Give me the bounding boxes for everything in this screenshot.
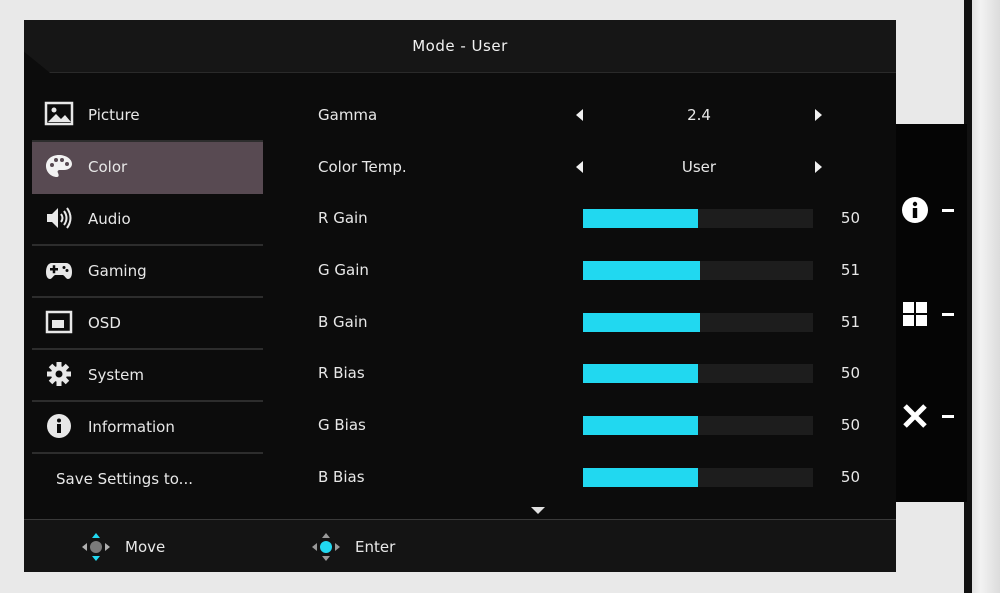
slider-fill bbox=[583, 416, 698, 436]
category-sidebar: Picture Color Audio Gaming OSD System In… bbox=[32, 90, 263, 504]
gamepad-icon bbox=[46, 263, 72, 279]
setting-value: User bbox=[681, 157, 717, 176]
info-icon bbox=[47, 414, 71, 438]
sidebar-item-osd[interactable]: OSD bbox=[32, 298, 263, 350]
sidebar-item-label: Information bbox=[88, 418, 175, 436]
setting-label: G Bias bbox=[318, 416, 366, 435]
speaker-icon bbox=[47, 207, 72, 229]
hotkey-dash bbox=[942, 209, 954, 212]
slider-fill bbox=[583, 261, 701, 281]
wall-background bbox=[968, 0, 1000, 593]
info-icon bbox=[902, 197, 928, 223]
slider-fill bbox=[583, 312, 701, 332]
slider-value: 50 bbox=[840, 416, 860, 435]
setting-r-bias[interactable]: R Bias 50 bbox=[304, 348, 864, 400]
sidebar-item-picture[interactable]: Picture bbox=[32, 90, 263, 142]
close-icon bbox=[903, 404, 927, 428]
hint-move-label: Move bbox=[125, 538, 166, 556]
setting-b-gain[interactable]: B Gain 51 bbox=[304, 297, 864, 349]
setting-label: G Gain bbox=[318, 261, 369, 280]
sidebar-item-color[interactable]: Color bbox=[32, 142, 263, 194]
gear-icon bbox=[47, 362, 71, 386]
slider-track[interactable] bbox=[583, 209, 813, 229]
setting-g-gain[interactable]: G Gain 51 bbox=[304, 245, 864, 297]
setting-color-temp[interactable]: Color Temp. User bbox=[304, 142, 864, 194]
sidebar-item-gaming[interactable]: Gaming bbox=[32, 246, 263, 298]
osd-title: Mode - User bbox=[412, 37, 508, 55]
grid-icon bbox=[903, 302, 927, 326]
slider-fill bbox=[583, 467, 698, 487]
sidebar-item-information[interactable]: Information bbox=[32, 402, 263, 454]
hotkey-panel bbox=[895, 124, 967, 502]
hint-enter-label: Enter bbox=[355, 538, 396, 556]
slider-value: 51 bbox=[840, 261, 860, 280]
dpad-move-icon bbox=[82, 533, 110, 561]
setting-value: 2.4 bbox=[687, 106, 711, 124]
hotkey-dash bbox=[942, 415, 954, 418]
hotkey-close[interactable] bbox=[895, 396, 967, 436]
slider-track[interactable] bbox=[583, 416, 813, 436]
setting-label: Color Temp. bbox=[318, 157, 407, 176]
osd-menu: Mode - User Picture Color Audio Gaming O… bbox=[24, 20, 896, 572]
slider-track[interactable] bbox=[583, 364, 813, 384]
slider-track[interactable] bbox=[583, 312, 813, 332]
setting-r-gain[interactable]: R Gain 50 bbox=[304, 193, 864, 245]
sidebar-item-label: Save Settings to... bbox=[56, 470, 193, 488]
scroll-down-icon[interactable] bbox=[531, 507, 545, 514]
slider-value: 50 bbox=[840, 364, 860, 383]
arrow-right-icon[interactable] bbox=[815, 109, 822, 121]
slider-value: 50 bbox=[840, 209, 860, 228]
sidebar-item-label: Picture bbox=[88, 106, 140, 124]
slider-fill bbox=[583, 209, 698, 229]
hotkey-info[interactable] bbox=[895, 190, 967, 230]
sidebar-item-label: OSD bbox=[88, 314, 121, 332]
setting-g-bias[interactable]: G Bias 50 bbox=[304, 400, 864, 452]
slider-track[interactable] bbox=[583, 467, 813, 487]
hotkey-dash bbox=[942, 313, 954, 316]
hotkey-grid[interactable] bbox=[895, 294, 967, 334]
arrow-right-icon[interactable] bbox=[815, 160, 822, 173]
sidebar-item-label: Gaming bbox=[88, 262, 147, 280]
arrow-left-icon[interactable] bbox=[576, 160, 583, 173]
sidebar-item-label: System bbox=[88, 366, 144, 384]
osd-window-icon bbox=[45, 310, 73, 334]
slider-track[interactable] bbox=[583, 261, 813, 281]
sidebar-item-save-settings[interactable]: Save Settings to... bbox=[32, 454, 263, 504]
slider-value: 50 bbox=[840, 467, 860, 486]
setting-label: R Bias bbox=[318, 364, 365, 383]
setting-b-bias[interactable]: B Bias 50 bbox=[304, 452, 864, 504]
palette-icon bbox=[46, 155, 72, 177]
sidebar-item-label: Color bbox=[88, 158, 128, 176]
sidebar-item-label: Audio bbox=[88, 210, 131, 228]
setting-label: B Bias bbox=[318, 467, 365, 486]
setting-gamma[interactable]: Gamma 2.4 bbox=[304, 90, 864, 142]
picture-icon bbox=[44, 101, 74, 126]
slider-fill bbox=[583, 364, 698, 384]
sidebar-item-audio[interactable]: Audio bbox=[32, 194, 263, 246]
setting-label: B Gain bbox=[318, 312, 368, 331]
settings-panel: Gamma 2.4 Color Temp. User R Gain 50 G G… bbox=[304, 90, 864, 504]
dpad-enter-icon bbox=[312, 533, 340, 561]
arrow-left-icon[interactable] bbox=[576, 109, 583, 121]
osd-footer: Move Enter bbox=[24, 519, 896, 572]
setting-label: Gamma bbox=[318, 106, 378, 124]
setting-label: R Gain bbox=[318, 209, 368, 228]
slider-value: 51 bbox=[840, 312, 860, 331]
sidebar-item-system[interactable]: System bbox=[32, 350, 263, 402]
